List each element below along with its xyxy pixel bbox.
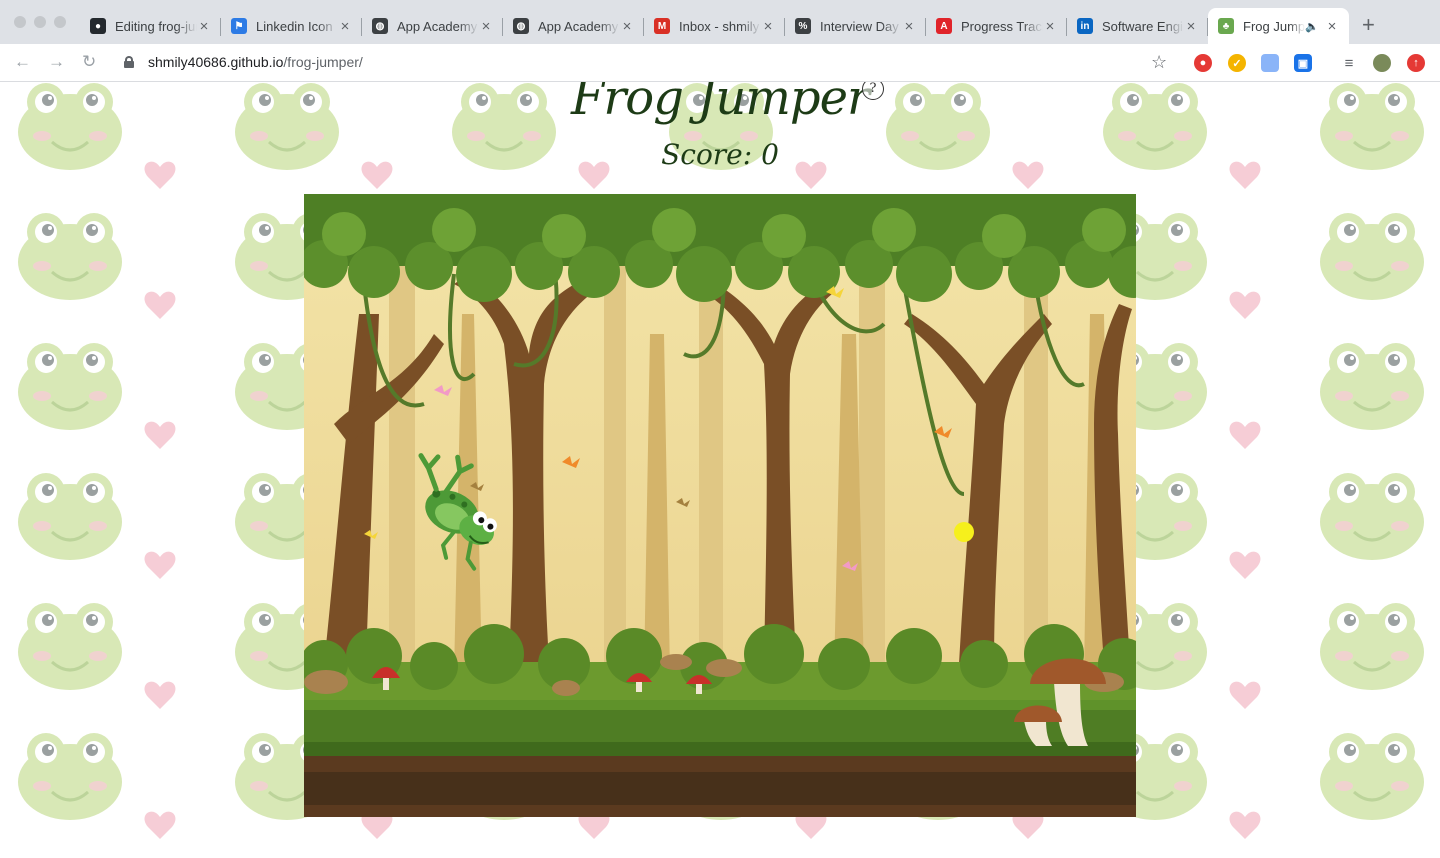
tab-2[interactable]: ⚑ Linkedin Icon × — [221, 8, 362, 44]
tab-title: App Academy — [397, 18, 478, 34]
close-tab-icon[interactable]: × — [1325, 18, 1339, 35]
tab-6[interactable]: % Interview Day × — [785, 8, 926, 44]
tab-4[interactable]: ◍ App Academy × — [503, 8, 644, 44]
score-display: Score: 0 — [0, 138, 1440, 171]
yellow-orb — [954, 522, 974, 542]
extension-check-icon[interactable]: ✓ — [1228, 54, 1246, 72]
gmail-icon: M — [654, 18, 670, 34]
flag-icon: ⚑ — [231, 18, 247, 34]
avatar[interactable] — [1373, 54, 1391, 72]
address-bar[interactable]: shmily40686.github.io/frog-jumper/ — [112, 48, 1182, 76]
back-arrow-icon[interactable]: ← — [14, 52, 31, 72]
tab-3[interactable]: ◍ App Academy × — [362, 8, 503, 44]
tab-title: Frog Jumper — [1243, 18, 1306, 34]
bookmark-star-icon[interactable]: ☆ — [1151, 52, 1167, 72]
minimize-window-button[interactable] — [34, 16, 46, 28]
extension-window-icon[interactable] — [1261, 54, 1279, 72]
tab-title: Interview Day — [820, 18, 899, 34]
tab-strip: ●Editing frog-jumper×⚑Linkedin Icon×◍App… — [0, 0, 1440, 44]
tab-1[interactable]: ● Editing frog-jumper× — [80, 8, 221, 44]
new-tab-button[interactable]: + — [1362, 14, 1375, 36]
update-icon[interactable]: ↑ — [1407, 54, 1425, 72]
extension-pokeball-icon[interactable]: ● — [1194, 54, 1212, 72]
close-tab-icon[interactable]: × — [761, 18, 775, 35]
tab-title: Linkedin Icon — [256, 18, 333, 34]
browser-toolbar: ← → ↻ shmily40686.github.io/frog-jumper/… — [0, 44, 1440, 82]
page-title: Frog Jumper — [571, 82, 870, 126]
tab-7[interactable]: A Progress Tracker× — [926, 8, 1067, 44]
github-icon: ● — [90, 18, 106, 34]
close-tab-icon[interactable]: × — [1184, 18, 1198, 35]
close-tab-icon[interactable]: × — [479, 18, 493, 35]
tab-title: Inbox - shmily — [679, 18, 760, 34]
score-label: Score: — [661, 138, 753, 171]
close-tab-icon[interactable]: × — [197, 18, 211, 35]
game-canvas[interactable] — [304, 194, 1136, 817]
close-tab-icon[interactable]: × — [902, 18, 916, 35]
tab-8[interactable]: in Software Engineer× — [1067, 8, 1208, 44]
speaker-icon[interactable]: 🔈 — [1305, 20, 1319, 33]
tab-title: Software Engineer — [1102, 18, 1184, 34]
forward-arrow-icon[interactable]: → — [48, 52, 65, 72]
progress-icon: A — [936, 18, 952, 34]
globe-icon: ◍ — [513, 18, 529, 34]
close-window-button[interactable] — [14, 16, 26, 28]
globe-icon: ◍ — [372, 18, 388, 34]
close-tab-icon[interactable]: × — [620, 18, 634, 35]
zoom-window-button[interactable] — [54, 16, 66, 28]
frog-icon: ♣ — [1218, 18, 1234, 34]
lock-icon — [124, 56, 134, 68]
page-content: Frog Jumper ? Score: 0 — [0, 82, 1440, 858]
media-control-icon[interactable]: ≡ — [1340, 54, 1358, 72]
extension-cast-icon[interactable]: ▣ — [1294, 54, 1312, 72]
close-tab-icon[interactable]: × — [338, 18, 352, 35]
reload-icon[interactable]: ↻ — [82, 52, 96, 72]
url-path: /frog-jumper/ — [283, 54, 363, 70]
tab-5[interactable]: M Inbox - shmily × — [644, 8, 785, 44]
linkedin-icon: in — [1077, 18, 1093, 34]
tab-title: Progress Tracker — [961, 18, 1043, 34]
tab-title: Editing frog-jumper — [115, 18, 197, 34]
interview-icon: % — [795, 18, 811, 34]
url-host: shmily40686.github.io — [148, 54, 284, 70]
tab-9[interactable]: ♣ Frog Jumper🔈 × — [1208, 8, 1349, 44]
tab-title: App Academy — [538, 18, 619, 34]
close-tab-icon[interactable]: × — [1043, 18, 1057, 35]
score-value: 0 — [761, 138, 779, 171]
